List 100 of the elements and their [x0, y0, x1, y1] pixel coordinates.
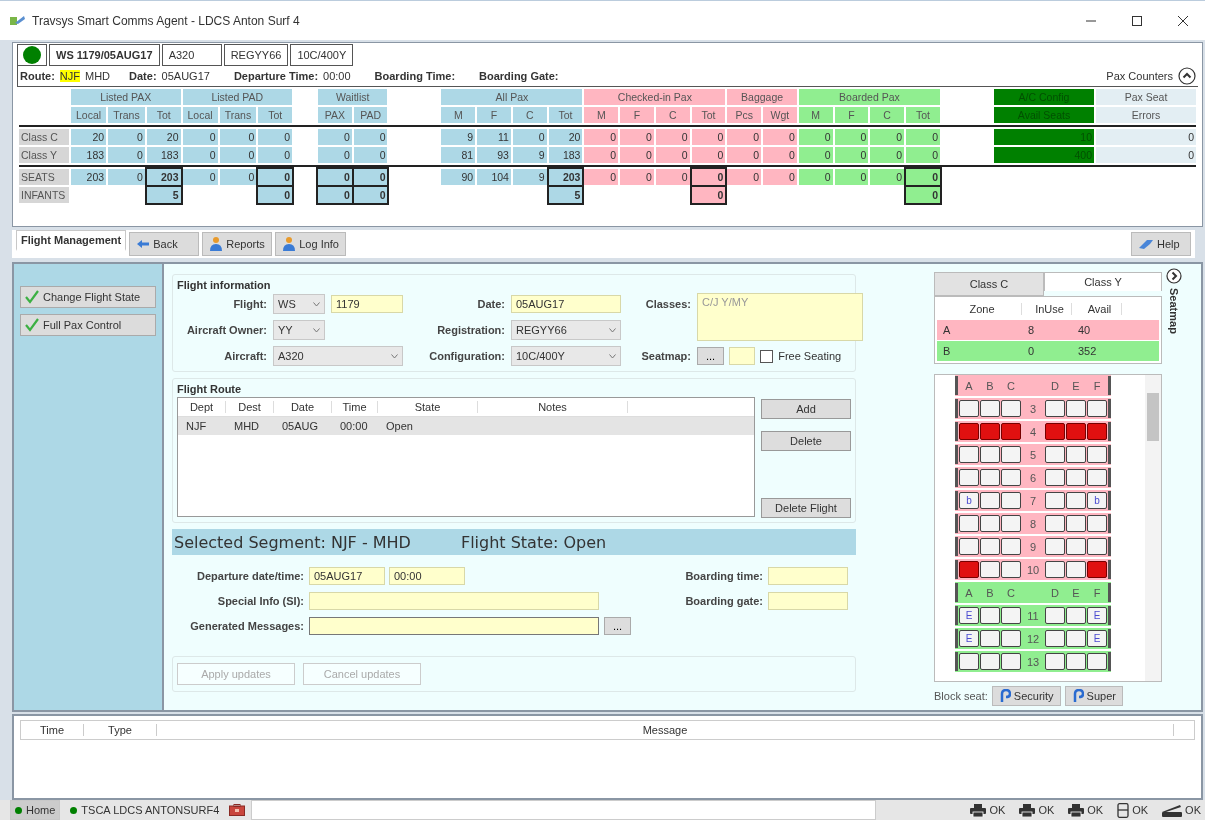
toolbar-button[interactable]: Reports	[202, 232, 273, 256]
seat[interactable]	[1001, 607, 1021, 624]
seat[interactable]	[959, 446, 979, 463]
boarding-time-field[interactable]	[768, 566, 848, 585]
seat[interactable]	[959, 538, 979, 555]
seat[interactable]	[959, 469, 979, 486]
seatmap-field[interactable]	[729, 347, 756, 365]
seat[interactable]	[1045, 400, 1065, 417]
toolbox-icon[interactable]	[229, 804, 246, 816]
seat[interactable]	[980, 561, 1000, 578]
seat[interactable]: b	[959, 492, 979, 509]
seat[interactable]: E	[1087, 607, 1107, 624]
seat[interactable]	[980, 653, 1000, 670]
seat[interactable]	[980, 492, 1000, 509]
seat[interactable]	[1045, 515, 1065, 532]
generated-messages-field[interactable]	[309, 616, 599, 635]
route-button[interactable]: Delete	[761, 431, 851, 451]
browse-button[interactable]: ...	[604, 616, 632, 635]
seat[interactable]	[1087, 446, 1107, 463]
collapse-icon[interactable]	[1178, 67, 1196, 85]
seat[interactable]	[1066, 469, 1086, 486]
time-field[interactable]: 00:00	[389, 566, 465, 585]
seat[interactable]	[980, 630, 1000, 647]
zone-row[interactable]: A 8 40	[937, 320, 1159, 340]
seat[interactable]	[1045, 561, 1065, 578]
seat[interactable]	[1045, 538, 1065, 555]
toolbar-button[interactable]: Log Info	[275, 232, 346, 256]
seat[interactable]	[1045, 607, 1065, 624]
seat[interactable]	[1066, 561, 1086, 578]
seat[interactable]	[1066, 538, 1086, 555]
configuration-select[interactable]: 10C/400Y	[511, 346, 621, 366]
route-row[interactable]: NJF MHD 05AUG 00:00 Open	[178, 417, 754, 435]
owner-select[interactable]: YY	[273, 320, 325, 340]
seat[interactable]	[1087, 400, 1107, 417]
seat[interactable]	[1087, 653, 1107, 670]
seat[interactable]	[1087, 538, 1107, 555]
seat[interactable]	[1001, 492, 1021, 509]
seat[interactable]	[1001, 469, 1021, 486]
date-field[interactable]: 05AUG17	[309, 566, 385, 585]
seat[interactable]	[1045, 469, 1065, 486]
seat[interactable]	[1066, 653, 1086, 670]
tab[interactable]: Class C	[934, 272, 1044, 296]
seat[interactable]	[959, 515, 979, 532]
seat[interactable]	[1066, 400, 1086, 417]
tab[interactable]: Class Y	[1044, 272, 1162, 291]
action-button[interactable]: Full Pax Control	[20, 314, 156, 336]
seat[interactable]	[1001, 446, 1021, 463]
checkbox[interactable]	[760, 349, 774, 363]
seat[interactable]	[1001, 400, 1021, 417]
seat[interactable]	[980, 446, 1000, 463]
scrollbar[interactable]	[1145, 375, 1161, 681]
seat[interactable]	[1001, 653, 1021, 670]
seat[interactable]	[1045, 492, 1065, 509]
seat[interactable]	[959, 400, 979, 417]
boarding-gate-field[interactable]	[768, 591, 848, 610]
browse-button[interactable]: ...	[697, 347, 725, 365]
seat[interactable]	[980, 515, 1000, 532]
seat[interactable]: E	[1087, 630, 1107, 647]
block-button[interactable]: Super	[1064, 686, 1123, 706]
special-info-field[interactable]	[309, 591, 599, 610]
date-field[interactable]: 05AUG17	[511, 295, 621, 313]
help-button[interactable]: Help	[1131, 232, 1191, 256]
seat[interactable]	[959, 653, 979, 670]
seat[interactable]	[980, 607, 1000, 624]
seat[interactable]	[1066, 607, 1086, 624]
seat[interactable]	[1087, 469, 1107, 486]
seat[interactable]: E	[959, 607, 979, 624]
seatmap-tab[interactable]: Seatmap	[1168, 288, 1180, 334]
tab[interactable]: Flight Management	[16, 230, 127, 251]
seat[interactable]	[1087, 515, 1107, 532]
action-button[interactable]: Change Flight State	[20, 286, 156, 308]
route-button[interactable]: Delete Flight	[761, 498, 851, 518]
route-button[interactable]: Add	[761, 399, 851, 419]
maximize-icon[interactable]	[1131, 14, 1143, 27]
seat[interactable]	[1066, 446, 1086, 463]
seat[interactable]	[1001, 515, 1021, 532]
seat[interactable]: E	[959, 630, 979, 647]
seat[interactable]	[1066, 515, 1086, 532]
back-button[interactable]: Back	[129, 232, 200, 256]
seat[interactable]	[1045, 446, 1065, 463]
seat[interactable]: b	[1087, 492, 1107, 509]
seat[interactable]	[980, 400, 1000, 417]
seat[interactable]	[1001, 538, 1021, 555]
block-button[interactable]: Security	[991, 686, 1061, 706]
seat[interactable]	[1066, 492, 1086, 509]
aircraft-select[interactable]: A320	[273, 346, 403, 366]
seat[interactable]	[1001, 630, 1021, 647]
seat[interactable]	[980, 469, 1000, 486]
flight-number-field[interactable]: 1179	[331, 295, 403, 313]
zone-row[interactable]: B 0 352	[937, 341, 1159, 361]
session-tab[interactable]: Home	[10, 800, 61, 820]
expand-icon[interactable]	[1166, 268, 1182, 284]
session-tab[interactable]: TSCA LDCS ANTONSURF4	[66, 801, 224, 819]
seat[interactable]	[1045, 653, 1065, 670]
seat[interactable]	[1001, 561, 1021, 578]
registration-select[interactable]: REGYY66	[511, 320, 621, 340]
seat[interactable]	[1066, 630, 1086, 647]
seat[interactable]	[1045, 630, 1065, 647]
close-icon[interactable]	[1177, 14, 1189, 27]
airline-select[interactable]: WS	[273, 294, 325, 314]
